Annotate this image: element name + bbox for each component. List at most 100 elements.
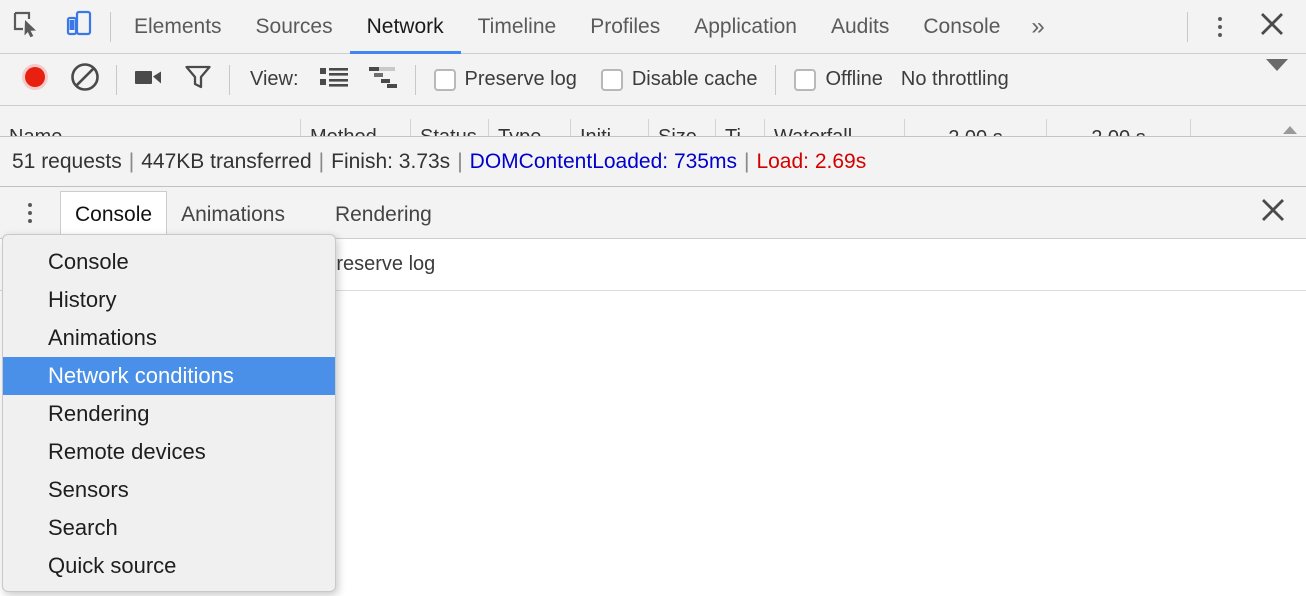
drawer-more-tools-button[interactable] xyxy=(0,187,60,239)
drawer-tab-console[interactable]: Console xyxy=(60,190,168,239)
close-drawer-button[interactable] xyxy=(1254,194,1292,232)
load-time: Load: 2.69s xyxy=(756,149,867,173)
checkbox-label: Disable cache xyxy=(631,68,758,90)
tab-application[interactable]: Application xyxy=(677,0,814,54)
filter-button[interactable] xyxy=(173,55,223,105)
disable-cache-checkbox[interactable]: Disable cache xyxy=(589,68,770,91)
clear-icon xyxy=(69,61,101,98)
main-tabbar-actions xyxy=(1181,1,1306,53)
menu-item-quick-source[interactable]: Quick source xyxy=(3,547,335,585)
column-header-method[interactable]: Method xyxy=(300,119,410,136)
capture-screenshots-button[interactable] xyxy=(123,55,173,105)
column-header-size[interactable]: Size xyxy=(648,119,715,137)
tab-audits[interactable]: Audits xyxy=(814,0,906,54)
tab-label: Console xyxy=(923,14,1001,38)
column-header-time[interactable]: Ti xyxy=(715,119,764,137)
menu-item-network-conditions[interactable]: Network conditions xyxy=(3,357,335,395)
tab-sources[interactable]: Sources xyxy=(239,0,350,54)
tab-label: Sources xyxy=(255,14,333,38)
drawer-tab-rendering[interactable]: Rendering xyxy=(321,194,446,237)
menu-item-animations[interactable]: Animations xyxy=(3,319,335,357)
column-header-type[interactable]: Type xyxy=(488,119,570,137)
summary-separator: | xyxy=(743,149,750,173)
device-toolbar-button[interactable] xyxy=(52,1,104,53)
waterfall-view-icon xyxy=(368,65,400,94)
menu-item-label: Search xyxy=(48,515,118,540)
menu-item-label: History xyxy=(48,287,117,312)
finish-time: Finish: 3.73s xyxy=(331,149,451,173)
record-button[interactable] xyxy=(10,55,60,105)
column-label: Type xyxy=(498,126,542,137)
tab-timeline[interactable]: Timeline xyxy=(461,0,574,54)
offline-checkbox[interactable]: Offline xyxy=(782,68,894,91)
checkbox-label: Preserve log xyxy=(323,253,436,275)
throttling-select[interactable]: No throttling xyxy=(901,68,1009,91)
chevron-double-right-icon: » xyxy=(1031,12,1045,40)
toolbar-divider xyxy=(110,11,111,42)
menu-item-search[interactable]: Search xyxy=(3,509,335,547)
scroll-up-caret-icon[interactable] xyxy=(1283,126,1297,134)
tab-profiles[interactable]: Profiles xyxy=(573,0,677,54)
device-toolbar-icon xyxy=(63,9,93,44)
summary-separator: | xyxy=(128,149,135,173)
drawer-tab-label: Rendering xyxy=(334,203,432,226)
tab-network[interactable]: Network xyxy=(349,0,461,54)
column-label: Ti xyxy=(725,126,741,137)
menu-item-history[interactable]: History xyxy=(3,281,335,319)
kebab-menu-icon xyxy=(1218,16,1222,37)
drawer-tab-label: Console xyxy=(75,203,153,226)
toolbar-overflow-button[interactable] xyxy=(1266,58,1306,89)
checkbox-box xyxy=(794,68,817,91)
main-menu-button[interactable] xyxy=(1194,1,1246,53)
drawer-tab-bar: Console Animations Rendering xyxy=(0,187,1306,239)
triangle-down-icon xyxy=(1266,58,1288,88)
tab-label: Application xyxy=(694,14,797,38)
toolbar-divider xyxy=(1187,11,1188,42)
menu-item-console[interactable]: Console xyxy=(3,243,335,281)
menu-item-label: Quick source xyxy=(48,553,177,578)
request-table-header: Name Method Status Type Initi Size Ti Wa… xyxy=(0,106,1306,137)
view-label: View: xyxy=(250,68,299,90)
column-header-waterfall[interactable]: Waterfall xyxy=(764,119,904,137)
close-icon xyxy=(1260,197,1286,228)
menu-item-label: Rendering xyxy=(48,401,150,426)
transferred-size: 447KB transferred xyxy=(141,149,312,173)
summary-separator: | xyxy=(457,149,463,173)
preserve-log-checkbox[interactable]: Preserve log xyxy=(422,68,589,91)
tab-elements[interactable]: Elements xyxy=(117,0,239,54)
menu-item-remote-devices[interactable]: Remote devices xyxy=(3,433,335,471)
close-icon xyxy=(1259,11,1285,42)
close-devtools-button[interactable] xyxy=(1246,1,1298,53)
checkbox-label: Preserve log xyxy=(464,68,577,90)
menu-item-sensors[interactable]: Sensors xyxy=(3,471,335,509)
tab-label: Profiles xyxy=(590,14,661,38)
requests-count: 51 requests xyxy=(12,149,122,173)
drawer-tab-animations[interactable]: Animations xyxy=(167,194,299,237)
main-tab-bar: Elements Sources Network Timeline Profil… xyxy=(0,0,1306,54)
waterfall-time-mark: 2.00 s xyxy=(1046,119,1190,136)
menu-item-label: Sensors xyxy=(48,477,129,502)
menu-item-rendering[interactable]: Rendering xyxy=(3,395,335,433)
more-tabs-button[interactable]: » xyxy=(1017,0,1058,54)
column-label: Name xyxy=(9,126,63,137)
waterfall-view-button[interactable] xyxy=(359,55,409,105)
column-label: Size xyxy=(658,126,697,137)
menu-item-label: Network conditions xyxy=(48,363,234,388)
devtools-window: Elements Sources Network Timeline Profil… xyxy=(0,0,1306,596)
toolbar-divider xyxy=(116,64,117,95)
more-tools-menu: Console History Animations Network condi… xyxy=(2,234,336,592)
column-label: Initi xyxy=(580,126,612,137)
tab-console[interactable]: Console xyxy=(906,0,1017,54)
inspect-element-button[interactable] xyxy=(0,1,52,53)
menu-item-label: Console xyxy=(48,249,129,274)
column-label: Waterfall xyxy=(774,126,853,137)
clear-button[interactable] xyxy=(60,55,110,105)
list-view-button[interactable] xyxy=(309,55,359,105)
summary-separator: | xyxy=(318,149,325,173)
column-header-name[interactable]: Name xyxy=(0,119,300,137)
column-header-status[interactable]: Status xyxy=(410,119,488,136)
menu-item-label: Remote devices xyxy=(48,439,206,464)
column-header-initiator[interactable]: Initi xyxy=(570,119,648,137)
toolbar-divider xyxy=(229,64,230,95)
toolbar-divider xyxy=(775,64,777,95)
